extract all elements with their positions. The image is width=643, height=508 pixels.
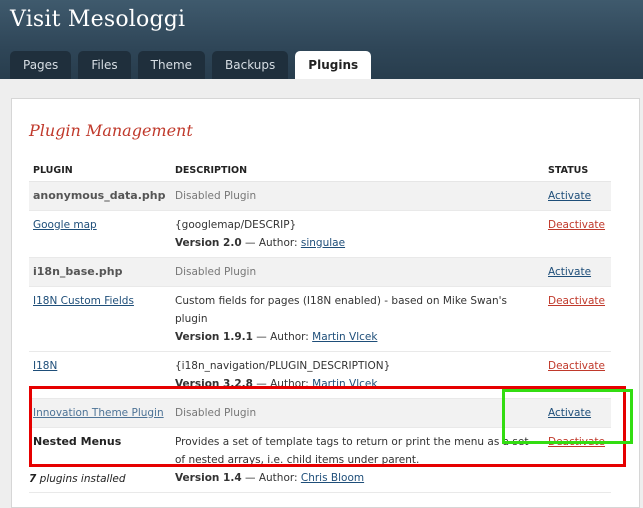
author-link[interactable]: Martin Vlcek: [312, 378, 377, 390]
author-link[interactable]: Martin Vlcek: [312, 331, 377, 343]
tab-files[interactable]: Files: [78, 51, 131, 79]
plugin-description: Custom fields for pages (I18N enabled) -…: [175, 294, 508, 325]
deactivate-link[interactable]: Deactivate: [548, 360, 605, 372]
plugin-version: Version 1.4: [175, 471, 242, 484]
table-row: I18N {i18n_navigation/PLUGIN_DESCRIPTION…: [29, 351, 611, 399]
activate-link[interactable]: Activate: [548, 407, 591, 419]
plugin-name: anonymous_data.php: [33, 188, 166, 202]
plugin-description: {i18n_navigation/PLUGIN_DESCRIPTION}: [175, 359, 391, 372]
plugin-version: Version 1.9.1: [175, 330, 253, 343]
page-title: Plugin Management: [29, 121, 193, 140]
tab-pages[interactable]: Pages: [10, 51, 72, 79]
tab-theme[interactable]: Theme: [137, 51, 206, 79]
deactivate-link[interactable]: Deactivate: [548, 436, 605, 448]
plugin-meta: Version 1.9.1 — Author: Martin Vlcek: [175, 328, 540, 346]
author-link[interactable]: singulae: [301, 237, 345, 249]
author-separator: — Author:: [241, 471, 301, 484]
plugins-table: PLUGIN DESCRIPTION STATUS anonymous_data…: [29, 161, 611, 493]
plugin-meta: Version 2.0 — Author: singulae: [175, 234, 540, 252]
plugin-name-link[interactable]: I18N Custom Fields: [33, 295, 134, 307]
table-row: i18n_base.php Disabled Plugin Activate: [29, 257, 611, 287]
plugin-meta: Version 1.4 — Author: Chris Bloom: [175, 469, 540, 487]
header-bar: Visit Mesologgi Pages Files Theme Backup…: [0, 0, 643, 79]
plugins-count-label: plugins installed: [36, 473, 126, 485]
table-row: Google map {googlemap/DESCRIP} Version 2…: [29, 210, 611, 258]
plugin-description: Disabled Plugin: [175, 406, 257, 419]
plugin-description: Provides a set of template tags to retur…: [175, 435, 529, 466]
tab-backups[interactable]: Backups: [212, 51, 289, 79]
plugins-count-note: 7 plugins installed: [29, 473, 126, 485]
deactivate-link[interactable]: Deactivate: [548, 219, 605, 231]
plugin-name: Nested Menus: [33, 434, 122, 448]
activate-link[interactable]: Activate: [548, 190, 591, 202]
plugin-description: Disabled Plugin: [175, 265, 257, 278]
table-row: Innovation Theme Plugin Disabled Plugin …: [29, 398, 611, 428]
plugin-name: i18n_base.php: [33, 264, 123, 278]
site-title[interactable]: Visit Mesologgi: [10, 7, 185, 32]
table-row: anonymous_data.php Disabled Plugin Activ…: [29, 181, 611, 211]
plugin-version: Version 3.2.8: [175, 377, 253, 390]
plugin-version: Version 2.0: [175, 236, 242, 249]
activate-link[interactable]: Activate: [548, 266, 591, 278]
table-row: I18N Custom Fields Custom fields for pag…: [29, 286, 611, 352]
author-separator: — Author:: [241, 236, 301, 249]
plugin-name-link[interactable]: I18N: [33, 360, 57, 372]
author-separator: — Author:: [252, 330, 313, 343]
deactivate-link[interactable]: Deactivate: [548, 295, 605, 307]
header-status: STATUS: [544, 161, 611, 182]
main-tabs: Pages Files Theme Backups Plugins: [10, 51, 378, 79]
tab-plugins[interactable]: Plugins: [295, 51, 372, 79]
header-plugin: PLUGIN: [29, 161, 171, 182]
author-separator: — Author:: [252, 377, 313, 390]
author-link[interactable]: Chris Bloom: [301, 472, 364, 484]
plugin-name-link[interactable]: Google map: [33, 219, 97, 231]
plugin-meta: Version 3.2.8 — Author: Martin Vlcek: [175, 375, 540, 393]
plugin-description: Disabled Plugin: [175, 189, 257, 202]
header-description: DESCRIPTION: [171, 161, 544, 182]
plugin-description: {googlemap/DESCRIP}: [175, 218, 297, 231]
plugin-name-link[interactable]: Innovation Theme Plugin: [33, 407, 164, 419]
table-header-row: PLUGIN DESCRIPTION STATUS: [29, 161, 611, 182]
